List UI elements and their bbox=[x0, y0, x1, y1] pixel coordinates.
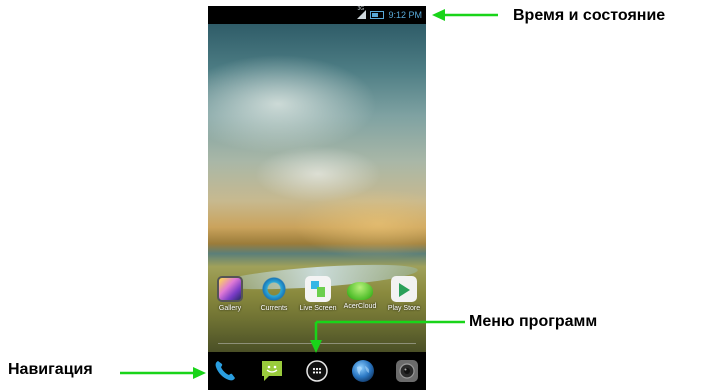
messaging-icon[interactable] bbox=[259, 358, 285, 384]
app-label: Play Store bbox=[387, 305, 421, 312]
status-bar[interactable]: 3G 9:12 PM bbox=[208, 6, 426, 24]
app-label: Live Screen bbox=[299, 305, 337, 312]
app-play-store[interactable]: Play Store bbox=[382, 276, 426, 312]
app-label: Gallery bbox=[218, 305, 242, 312]
camera-icon[interactable] bbox=[394, 358, 420, 384]
dock bbox=[208, 352, 426, 390]
status-callout-label: Время и состояние bbox=[513, 7, 666, 24]
browser-icon[interactable] bbox=[350, 358, 376, 384]
app-menu-arrow bbox=[310, 320, 465, 353]
app-label: AcerCloud bbox=[343, 303, 377, 310]
battery-icon bbox=[370, 11, 385, 19]
status-arrow bbox=[432, 9, 498, 21]
app-label: Currents bbox=[260, 305, 288, 312]
currents-icon bbox=[261, 276, 287, 302]
phone-icon[interactable] bbox=[212, 358, 238, 384]
navigation-arrow bbox=[120, 367, 206, 379]
figure: 3G 9:12 PM Gallery Currents Live Screen bbox=[0, 0, 717, 390]
live-screen-icon bbox=[305, 276, 331, 302]
play-store-icon bbox=[391, 276, 417, 302]
app-acercloud[interactable]: AcerCloud bbox=[338, 276, 382, 310]
app-currents[interactable]: Currents bbox=[252, 276, 296, 312]
app-live-screen[interactable]: Live Screen bbox=[296, 276, 340, 312]
app-gallery[interactable]: Gallery bbox=[208, 276, 252, 312]
app-drawer-icon[interactable] bbox=[304, 358, 330, 384]
gallery-icon bbox=[217, 276, 243, 302]
signal-3g-icon: 3G bbox=[357, 6, 367, 21]
navigation-callout-label: Навигация bbox=[8, 361, 93, 378]
acercloud-icon bbox=[347, 282, 373, 300]
status-time: 9:12 PM bbox=[388, 10, 422, 20]
app-menu-callout-label: Меню программ bbox=[469, 313, 598, 330]
